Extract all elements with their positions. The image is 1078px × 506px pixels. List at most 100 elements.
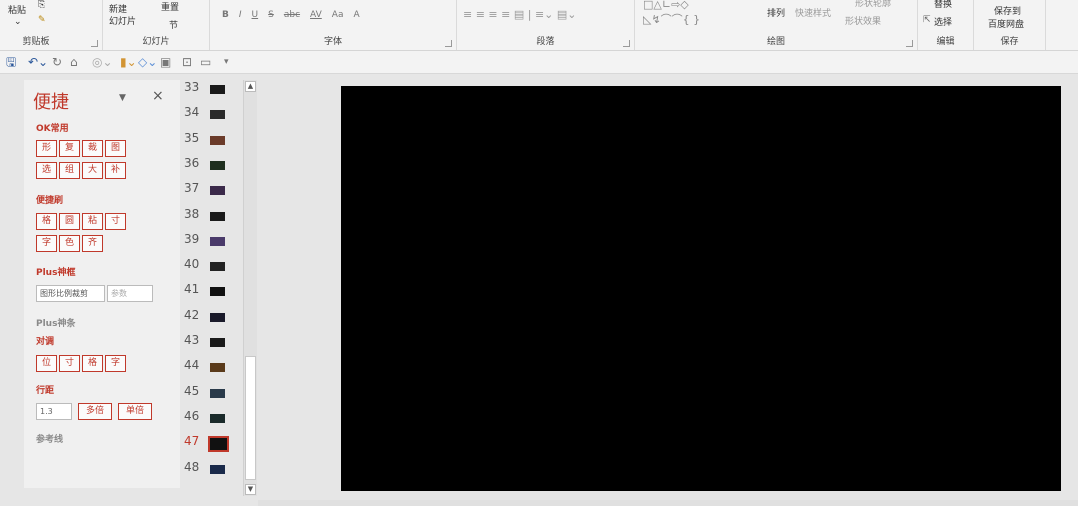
select-button[interactable]: 选择 — [934, 15, 952, 28]
slide-thumbnail[interactable] — [210, 338, 225, 347]
thumbnail-row[interactable]: 36 — [181, 156, 242, 180]
horizontal-scrollbar[interactable] — [258, 500, 1078, 506]
align-buttons-icon[interactable]: ≡ ≡ ≡ ≡ ▤ | ≡⌄ ▤⌄ — [463, 8, 577, 21]
thumbnail-row[interactable]: 42 — [181, 308, 242, 332]
strikethrough-button[interactable]: abc — [284, 10, 300, 20]
reset-button[interactable]: 重置 — [161, 0, 179, 13]
slide-thumbnail[interactable] — [210, 363, 225, 373]
crop-qat-icon[interactable]: ⊡ — [182, 54, 192, 70]
font-brush-button[interactable]: 字 — [36, 235, 57, 252]
format-painter-icon[interactable]: ✎ — [38, 15, 46, 25]
thumbnail-row[interactable]: 39 — [181, 232, 242, 256]
fill-qat-icon[interactable]: ▮⌄ — [120, 54, 137, 70]
supplement-button[interactable]: 补 — [105, 162, 126, 179]
line-spacing-field[interactable]: 1.3 — [36, 403, 72, 420]
align-brush-button[interactable]: 齐 — [82, 235, 103, 252]
paste-button[interactable]: 粘贴 — [8, 3, 26, 16]
thumbnail-row[interactable]: 45 — [181, 384, 242, 408]
paragraph-launcher-icon[interactable] — [623, 40, 630, 47]
format-painter-qat-icon[interactable]: ⌂ — [70, 54, 78, 70]
thumbnail-row[interactable]: 34 — [181, 105, 242, 129]
change-case-button[interactable]: Aa — [332, 10, 344, 20]
font-color-button[interactable]: A — [353, 10, 359, 20]
slide-thumbnail[interactable] — [210, 287, 225, 297]
new-slide-button[interactable]: 新建 幻灯片 — [109, 4, 136, 28]
save-icon[interactable]: 🖫 — [6, 54, 16, 70]
copy-icon[interactable]: ⎘ — [38, 0, 45, 10]
size-button[interactable]: 大 — [82, 162, 103, 179]
thumbnail-row[interactable]: 35 — [181, 131, 242, 155]
slide-thumbnail[interactable] — [210, 211, 225, 221]
shape-qat-icon[interactable]: ◎⌄ — [92, 54, 113, 70]
thumbnail-row[interactable]: 47 — [181, 434, 242, 458]
undo-icon[interactable]: ↶⌄ — [28, 54, 48, 70]
customize-qat-icon[interactable]: ▾ — [224, 54, 229, 70]
thumbnail-row[interactable]: 43 — [181, 333, 242, 357]
round-brush-button[interactable]: 圆 — [59, 213, 80, 230]
color-brush-button[interactable]: 色 — [59, 235, 80, 252]
scroll-down-icon[interactable]: ▼ — [245, 484, 256, 495]
font-launcher-icon[interactable] — [445, 40, 452, 47]
quick-styles-button[interactable]: 快速样式 — [795, 6, 831, 19]
panel-close-icon[interactable]: × — [152, 88, 164, 104]
drawing-launcher-icon[interactable] — [906, 40, 913, 47]
bold-button[interactable]: B — [222, 10, 229, 20]
crop-button[interactable]: 裁 — [82, 140, 103, 157]
thumbnail-row[interactable]: 44 — [181, 358, 242, 382]
thumbnail-scrollbar[interactable]: ▲ ▼ — [243, 80, 257, 496]
thumbnail-row[interactable]: 38 — [181, 207, 242, 231]
thumbnail-row[interactable]: 41 — [181, 282, 242, 306]
image-button[interactable]: 图 — [105, 140, 126, 157]
swap-format-button[interactable]: 格 — [82, 355, 103, 372]
thumbnail-row[interactable]: 40 — [181, 257, 242, 281]
paste-brush-button[interactable]: 粘 — [82, 213, 103, 230]
shape-outline-button[interactable]: 形状轮廓 — [855, 0, 891, 9]
italic-button[interactable]: I — [239, 10, 242, 20]
section-button[interactable]: 节 — [169, 18, 178, 31]
swap-text-button[interactable]: 字 — [105, 355, 126, 372]
clipboard-launcher-icon[interactable] — [91, 40, 98, 47]
slide-thumbnail[interactable] — [210, 135, 225, 145]
slide-thumbnail[interactable] — [210, 464, 225, 474]
slide-thumbnail[interactable] — [210, 413, 225, 423]
format-brush-button[interactable]: 格 — [36, 213, 57, 230]
shape-effects-button[interactable]: 形状效果 — [845, 14, 881, 27]
slide-thumbnail[interactable] — [210, 262, 225, 272]
outline-qat-icon[interactable]: ◇⌄ — [138, 54, 157, 70]
shape-button[interactable]: 形 — [36, 140, 57, 157]
table-qat-icon[interactable]: ▭ — [200, 54, 211, 70]
thumbnail-row[interactable]: 37 — [181, 181, 242, 205]
multiple-button[interactable]: 多倍 — [78, 403, 112, 420]
swap-position-button[interactable]: 位 — [36, 355, 57, 372]
scroll-thumb[interactable] — [245, 356, 256, 480]
redo-icon[interactable]: ↻ — [52, 54, 62, 70]
paste-dropdown-icon[interactable]: ⌄ — [14, 17, 22, 27]
swap-size-button[interactable]: 寸 — [59, 355, 80, 372]
copy-button[interactable]: 复 — [59, 140, 80, 157]
shadow-button[interactable]: S — [268, 10, 274, 20]
single-button[interactable]: 单倍 — [118, 403, 152, 420]
slide-thumbnail[interactable] — [210, 186, 225, 196]
group-button[interactable]: 组 — [59, 162, 80, 179]
current-slide[interactable] — [341, 86, 1061, 491]
arrange-button[interactable]: 排列 — [767, 6, 785, 19]
underline-button[interactable]: U — [252, 10, 259, 20]
thumbnail-row[interactable]: 48 — [181, 460, 242, 484]
save-to-button[interactable]: 保存到 — [994, 4, 1021, 17]
scroll-up-icon[interactable]: ▲ — [245, 81, 256, 92]
select-button[interactable]: 选 — [36, 162, 57, 179]
panel-dropdown-icon[interactable]: ▼ — [119, 93, 126, 103]
ratio-crop-field[interactable]: 图形比例裁剪 — [36, 285, 105, 302]
slide-thumbnail[interactable] — [210, 160, 225, 170]
slide-thumbnail[interactable] — [210, 388, 225, 398]
param-field[interactable]: 参数 — [107, 285, 153, 302]
size-brush-button[interactable]: 寸 — [105, 213, 126, 230]
thumbnail-row[interactable]: 33 — [181, 80, 242, 104]
thumbnail-row[interactable]: 46 — [181, 409, 242, 433]
slide-thumbnail[interactable] — [210, 85, 225, 94]
slide-thumbnail[interactable] — [208, 436, 229, 453]
slide-thumbnail[interactable] — [210, 236, 225, 246]
replace-button[interactable]: 替换 — [934, 0, 952, 10]
picture-qat-icon[interactable]: ▣ — [160, 54, 171, 70]
char-spacing-button[interactable]: AV — [310, 10, 322, 20]
